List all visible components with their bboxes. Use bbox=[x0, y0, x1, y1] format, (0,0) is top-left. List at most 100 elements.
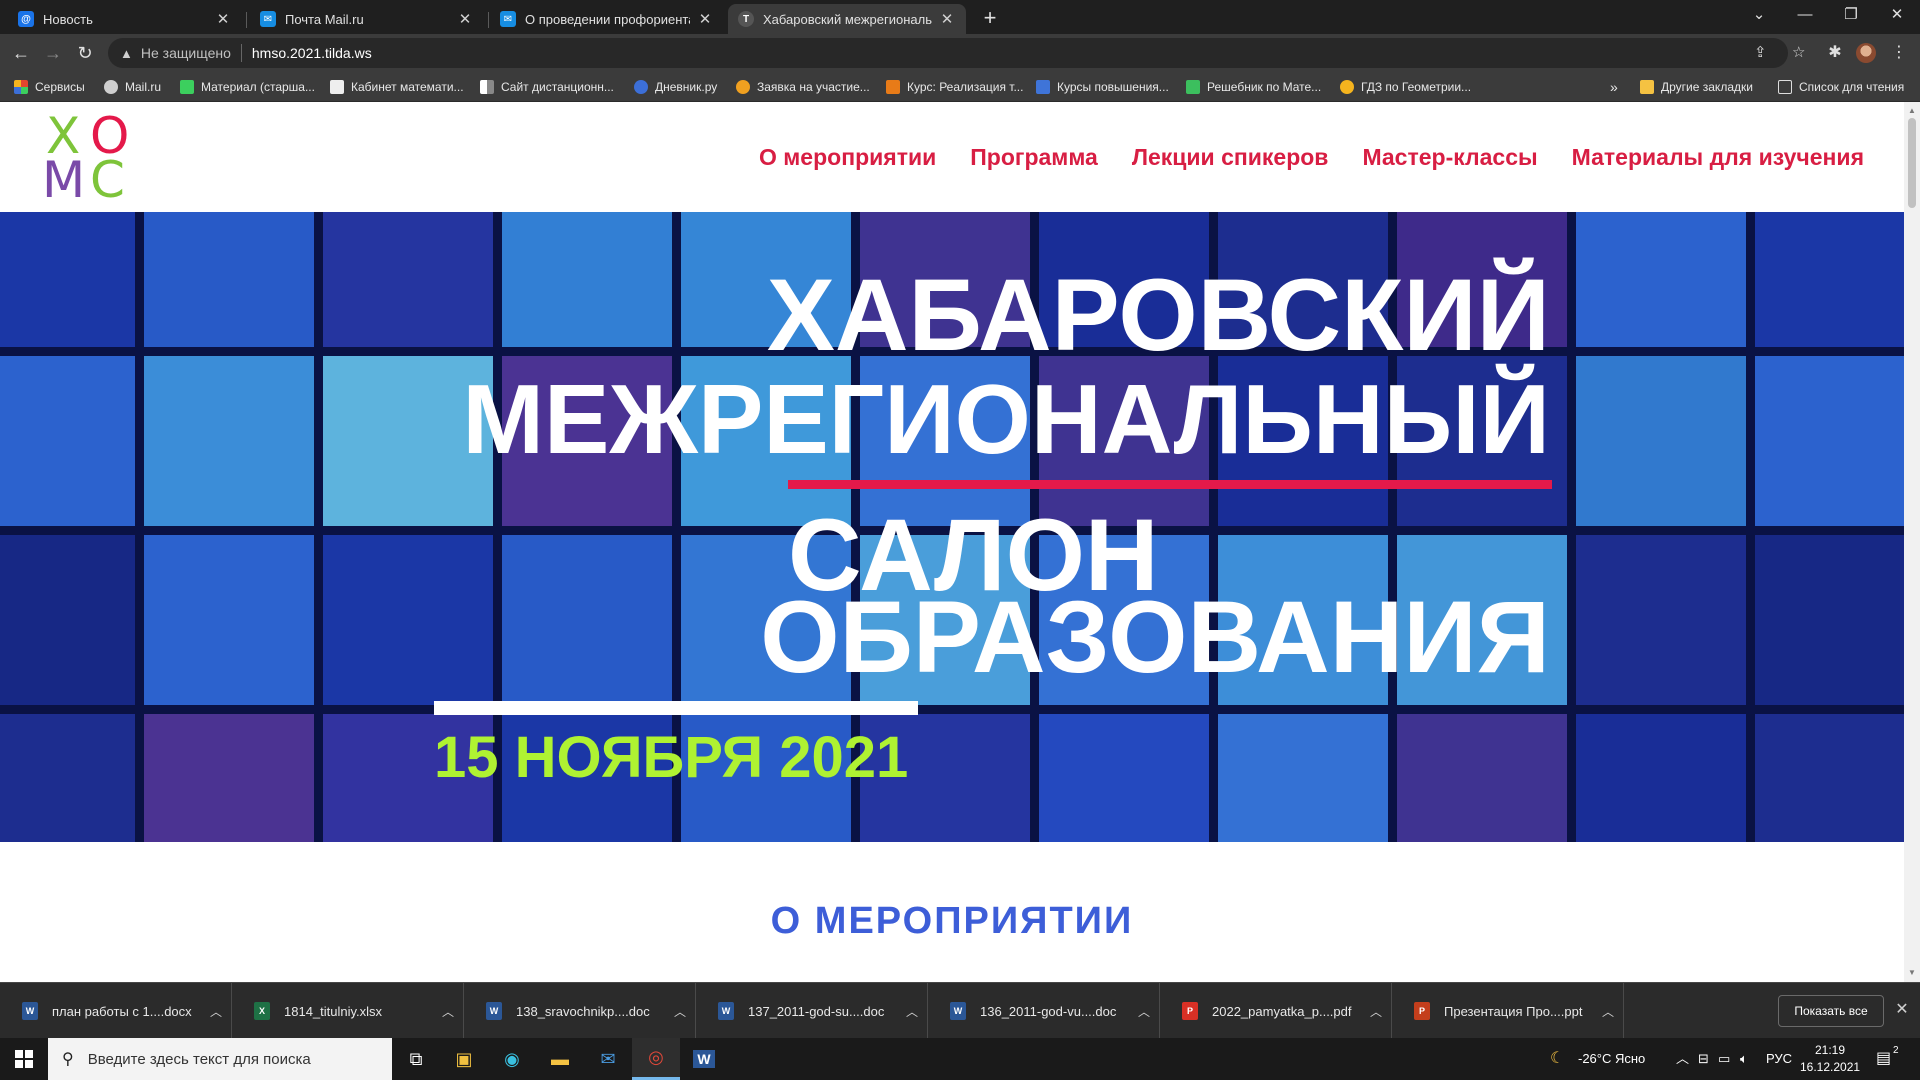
download-item[interactable]: P Презентация Про....ppt ︿ bbox=[1392, 983, 1624, 1039]
scroll-up-icon[interactable]: ▲ bbox=[1904, 104, 1920, 118]
tab-divider bbox=[488, 12, 489, 28]
chevron-up-icon[interactable]: ︿ bbox=[665, 1003, 695, 1020]
bookmark-courses[interactable]: Курсы повышения... bbox=[1036, 72, 1169, 102]
volume-icon[interactable]: 🔈︎ bbox=[1740, 1038, 1748, 1080]
forward-button[interactable]: → bbox=[40, 40, 66, 66]
url-text[interactable]: hmso.2021.tilda.ws bbox=[252, 45, 372, 61]
file-explorer-icon[interactable]: ▬ bbox=[536, 1038, 584, 1080]
bookmark-material[interactable]: Материал (старша... bbox=[180, 72, 315, 102]
logo-letter: М bbox=[42, 151, 86, 209]
extensions-icon[interactable]: ✱ bbox=[1822, 40, 1848, 66]
edge-icon[interactable]: ◉ bbox=[488, 1038, 536, 1080]
tab-search-chevron-icon[interactable]: ⌄ bbox=[1736, 0, 1782, 30]
close-icon[interactable]: ✕ bbox=[696, 10, 714, 28]
chevron-up-icon[interactable]: ︿ bbox=[1129, 1003, 1159, 1020]
bookmark-course[interactable]: Курс: Реализация т... bbox=[886, 72, 1023, 102]
tab-novost[interactable]: @ Новость ✕ bbox=[8, 4, 242, 34]
tray-app-icon[interactable]: ⊟ bbox=[1698, 1038, 1709, 1080]
bookmark-application[interactable]: Заявка на участие... bbox=[736, 72, 870, 102]
mail-app-icon[interactable]: ✉ bbox=[584, 1038, 632, 1080]
reload-button[interactable]: ↻ bbox=[72, 40, 98, 66]
chevron-up-icon[interactable]: ︿ bbox=[433, 1003, 463, 1020]
site-logo[interactable]: Х О М С bbox=[42, 111, 132, 209]
close-window-button[interactable]: ✕ bbox=[1874, 0, 1920, 30]
show-all-downloads-button[interactable]: Показать все bbox=[1778, 995, 1884, 1027]
taskbar-search-box[interactable]: ⚲ Введите здесь текст для поиска bbox=[48, 1038, 392, 1080]
chevron-up-icon[interactable]: ︿ bbox=[1361, 1003, 1391, 1020]
nav-materials[interactable]: Материалы для изучения bbox=[1572, 144, 1864, 171]
bookmark-reshebnik[interactable]: Решебник по Мате... bbox=[1186, 72, 1321, 102]
download-item[interactable]: W 136_2011-god-vu....doc ︿ bbox=[928, 983, 1160, 1039]
tab-title: Хабаровский межрегиональны bbox=[763, 11, 932, 27]
page-scrollbar[interactable]: ▲ ▼ bbox=[1904, 102, 1920, 982]
word-file-icon: W bbox=[718, 1002, 734, 1020]
security-label[interactable]: Не защищено bbox=[141, 45, 231, 61]
download-item[interactable]: W 137_2011-god-su....doc ︿ bbox=[696, 983, 928, 1039]
chevron-up-icon[interactable]: ︿ bbox=[201, 1003, 231, 1020]
chevron-up-icon[interactable]: ︿ bbox=[897, 1003, 927, 1020]
close-download-shelf-icon[interactable]: ✕ bbox=[1890, 997, 1914, 1023]
notifications-icon[interactable]: ▤ bbox=[1876, 1038, 1891, 1080]
at-icon: @ bbox=[18, 11, 34, 27]
excel-file-icon: X bbox=[254, 1002, 270, 1020]
download-item[interactable]: W 138_sravochnikp....doc ︿ bbox=[464, 983, 696, 1039]
new-tab-button[interactable]: + bbox=[976, 4, 1004, 32]
network-icon[interactable]: ▭ bbox=[1718, 1038, 1730, 1080]
nav-program[interactable]: Программа bbox=[970, 144, 1098, 171]
hero-white-divider bbox=[434, 701, 918, 715]
word-app-icon[interactable]: W bbox=[680, 1038, 728, 1080]
close-icon[interactable]: ✕ bbox=[456, 10, 474, 28]
reading-list[interactable]: Список для чтения bbox=[1778, 72, 1904, 102]
clock-time: 21:19 bbox=[1814, 1043, 1846, 1057]
bookmark-cabinet[interactable]: Кабинет математи... bbox=[330, 72, 464, 102]
nav-speakers[interactable]: Лекции спикеров bbox=[1132, 144, 1329, 171]
tab-mail[interactable]: ✉ Почта Mail.ru ✕ bbox=[250, 4, 484, 34]
bookmarks-bar: Сервисы Mail.ru Материал (старша... Каби… bbox=[0, 72, 1920, 102]
wix-icon bbox=[330, 80, 344, 94]
moon-weather-icon[interactable]: ☾ bbox=[1550, 1038, 1564, 1080]
minimize-button[interactable]: — bbox=[1782, 0, 1828, 30]
share-icon[interactable]: ⇪ bbox=[1754, 38, 1767, 68]
other-bookmarks[interactable]: Другие закладки bbox=[1640, 72, 1753, 102]
task-view-icon[interactable]: ⧉ bbox=[392, 1038, 440, 1080]
close-icon[interactable]: ✕ bbox=[938, 10, 956, 28]
profile-avatar[interactable] bbox=[1856, 43, 1876, 63]
close-icon[interactable]: ✕ bbox=[214, 10, 232, 28]
bookmark-distance-site[interactable]: Сайт дистанционн... bbox=[480, 72, 614, 102]
bookmark-dnevnik[interactable]: Дневник.ру bbox=[634, 72, 717, 102]
tray-overflow-chevron-icon[interactable]: ︿ bbox=[1676, 1038, 1689, 1080]
tab-proforientation[interactable]: ✉ О проведении профориентаци ✕ bbox=[490, 4, 724, 34]
chevron-up-icon[interactable]: ︿ bbox=[1593, 1003, 1623, 1020]
back-button[interactable]: ← bbox=[8, 40, 34, 66]
webpage: Х О М С О мероприятии Программа Лекции с… bbox=[0, 102, 1904, 982]
restore-button[interactable]: ❐ bbox=[1828, 0, 1874, 30]
folder-icon bbox=[1640, 80, 1654, 94]
address-bar[interactable]: ▲ Не защищено hmso.2021.tilda.ws ⇪ ☆ bbox=[108, 38, 1805, 68]
download-item[interactable]: W план работы с 1....docx ︿ bbox=[0, 983, 232, 1039]
menu-icon[interactable]: ⋮ bbox=[1886, 40, 1912, 66]
taskbar-clock[interactable]: 21:19 16.12.2021 bbox=[1800, 1042, 1860, 1076]
chrome-icon[interactable]: ◎ bbox=[632, 1038, 680, 1080]
tab-khabarovsk[interactable]: T Хабаровский межрегиональны ✕ bbox=[728, 4, 966, 34]
warning-icon[interactable]: ▲ bbox=[120, 46, 133, 61]
ppt-file-icon: P bbox=[1414, 1002, 1430, 1020]
hero-title-line1: ХАБАРОВСКИЙ bbox=[766, 258, 1550, 372]
bookmark-star-icon[interactable]: ☆ bbox=[1792, 38, 1805, 68]
nav-masterclasses[interactable]: Мастер-классы bbox=[1362, 144, 1537, 171]
nav-about[interactable]: О мероприятии bbox=[759, 144, 936, 171]
globe-icon bbox=[104, 80, 118, 94]
word-file-icon: W bbox=[486, 1002, 502, 1020]
bookmark-mailru[interactable]: Mail.ru bbox=[104, 72, 161, 102]
start-button[interactable] bbox=[0, 1038, 48, 1080]
store-icon[interactable]: ▣ bbox=[440, 1038, 488, 1080]
download-shelf: W план работы с 1....docx ︿ X 1814_titul… bbox=[0, 982, 1920, 1039]
scroll-down-icon[interactable]: ▼ bbox=[1904, 966, 1920, 980]
download-item[interactable]: X 1814_titulniy.xlsx ︿ bbox=[232, 983, 464, 1039]
bookmarks-overflow-button[interactable]: » bbox=[1610, 72, 1618, 102]
bookmark-services[interactable]: Сервисы bbox=[14, 72, 85, 102]
scroll-thumb[interactable] bbox=[1908, 118, 1916, 208]
bookmark-gdz[interactable]: ГДЗ по Геометрии... bbox=[1340, 72, 1471, 102]
language-indicator[interactable]: РУС bbox=[1766, 1038, 1792, 1080]
weather-status[interactable]: -26°C Ясно bbox=[1578, 1038, 1645, 1080]
download-item[interactable]: P 2022_pamyatka_p....pdf ︿ bbox=[1160, 983, 1392, 1039]
